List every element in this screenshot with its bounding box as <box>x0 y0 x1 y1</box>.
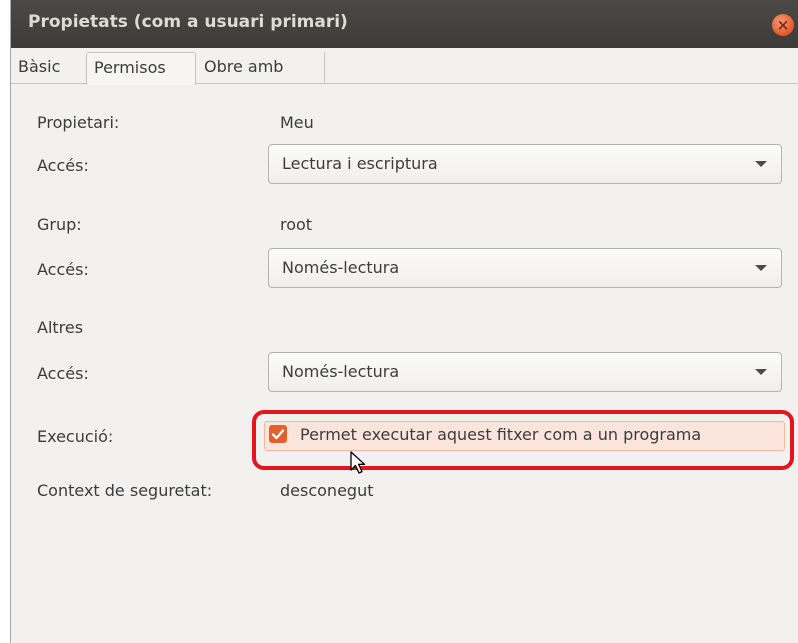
window-title: Propietats (com a usuari primari) <box>28 12 348 32</box>
owner-label: Propietari: <box>37 113 120 132</box>
close-button[interactable]: × <box>772 14 794 36</box>
owner-access-label: Accés: <box>37 156 89 175</box>
chevron-down-icon <box>755 161 767 167</box>
group-value: root <box>280 215 313 234</box>
group-access-value: Només-lectura <box>282 258 400 277</box>
security-context-value: desconegut <box>280 481 374 500</box>
owner-access-value: Lectura i escriptura <box>282 154 438 173</box>
tab-open-with[interactable]: Obre amb <box>197 52 325 84</box>
tab-bar: Bàsic Permisos Obre amb <box>11 48 798 85</box>
execution-label: Execució: <box>37 427 114 446</box>
others-access-dropdown[interactable]: Només-lectura <box>268 352 782 392</box>
group-access-label: Accés: <box>37 260 89 279</box>
owner-access-dropdown[interactable]: Lectura i escriptura <box>268 144 782 184</box>
group-access-dropdown[interactable]: Només-lectura <box>268 248 782 288</box>
others-access-label: Accés: <box>37 364 89 383</box>
security-context-label: Context de seguretat: <box>37 481 213 500</box>
mouse-cursor-icon <box>350 451 366 474</box>
tab-basic[interactable]: Bàsic <box>11 52 86 84</box>
title-bar[interactable]: Propietats (com a usuari primari) × <box>11 0 798 48</box>
others-label: Altres <box>37 318 84 337</box>
group-label: Grup: <box>37 215 82 234</box>
owner-value: Meu <box>280 113 314 132</box>
others-access-value: Només-lectura <box>282 362 400 381</box>
properties-dialog: Propietats (com a usuari primari) × Bàsi… <box>10 0 798 643</box>
chevron-down-icon <box>755 369 767 375</box>
chevron-down-icon <box>755 265 767 271</box>
highlight-box <box>252 410 794 470</box>
tab-permissions[interactable]: Permisos <box>86 52 196 85</box>
close-icon: × <box>776 16 790 34</box>
